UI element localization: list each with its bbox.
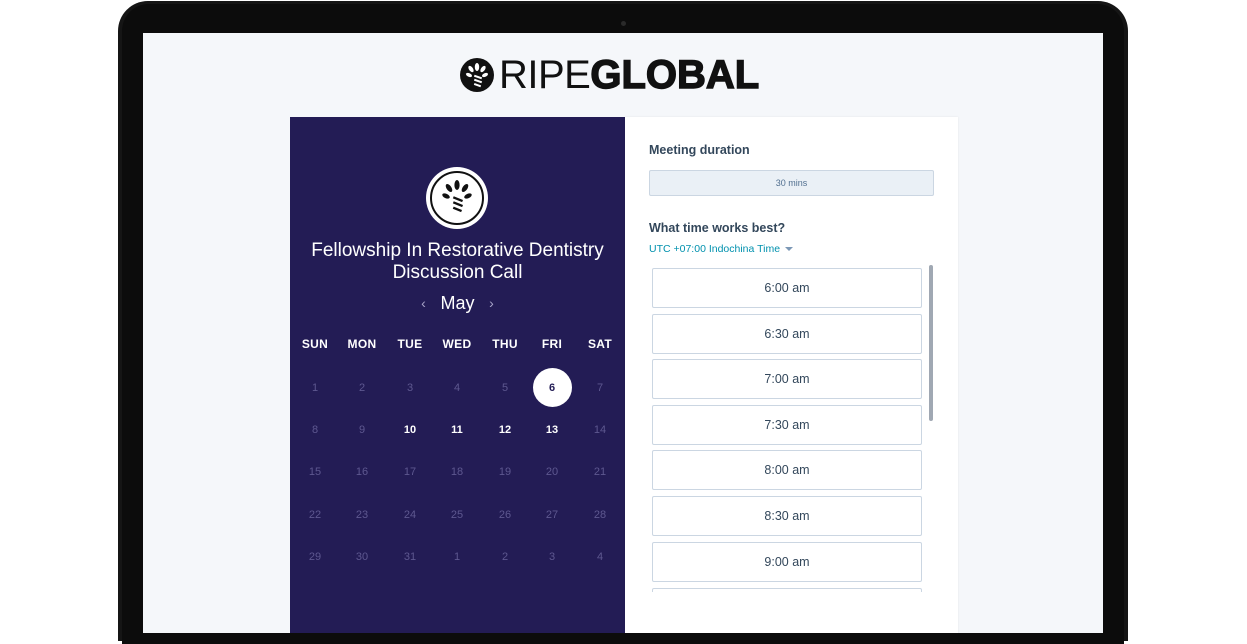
weekday-sun: SUN [301,337,329,351]
time-slot-button[interactable] [652,588,922,592]
scheduling-panel: Meeting duration 30 mins What time works… [625,117,958,633]
time-slot-button[interactable]: 9:00 am [652,542,922,582]
calendar-day-unavailable: 9 [358,424,366,436]
event-calendar-panel: Fellowship In Restorative Dentistry Disc… [290,117,625,633]
calendar-day-unavailable: 16 [355,466,369,478]
calendar-day-unavailable: 29 [308,551,322,563]
event-title-line-2: Discussion Call [392,262,523,283]
ripe-logo-icon [460,58,494,92]
event-avatar [426,167,488,229]
calendar-day-unavailable: 2 [501,551,509,563]
calendar-day-unavailable: 1 [311,382,319,394]
time-slot-button[interactable]: 6:30 am [652,314,922,354]
calendar-day-unavailable: 24 [403,509,417,521]
calendar-day-unavailable: 30 [355,551,369,563]
time-slot-button[interactable]: 8:00 am [652,450,922,490]
time-slot-list[interactable]: 6:00 am 6:30 am 7:00 am 7:30 am 8:00 am 8:30 … [652,268,922,592]
screen: RIPE GLOBAL Fellowship In Restorative De… [143,33,1103,633]
webcam-icon [621,21,626,26]
calendar-day-available[interactable]: 12 [485,423,525,437]
calendar-day-unavailable: 8 [311,424,319,436]
calendar-day-unavailable: 4 [596,551,604,563]
month-navigator: ‹ May › [290,291,625,315]
duration-select[interactable]: 30 mins [649,170,934,196]
caret-down-icon [785,247,794,252]
calendar-day-unavailable: 28 [593,509,607,521]
calendar-day-unavailable: 20 [545,466,559,478]
chevron-left-icon[interactable]: ‹ [410,295,438,311]
slot-list-scrollbar[interactable] [929,265,933,421]
weekday-sat: SAT [587,337,612,351]
calendar-day-selected[interactable]: 6 [532,368,572,407]
tree-logo-icon [442,180,472,213]
calendar-day-unavailable: 22 [308,509,322,521]
calendar-day-unavailable: 15 [308,466,322,478]
calendar-day-unavailable: 31 [403,551,417,563]
event-title: Fellowship In Restorative Dentistry Disc… [290,240,625,284]
calendar-day-unavailable: 14 [593,424,607,436]
duration-label: Meeting duration [649,143,750,157]
timezone-selector[interactable]: UTC +07:00 Indochina Time [649,243,794,255]
calendar-day-unavailable: 3 [406,382,414,394]
weekday-wed: WED [442,337,472,351]
calendar-day-unavailable: 7 [596,382,604,394]
logo-text-global: GLOBAL [590,52,760,97]
weekday-thu: THU [492,337,518,351]
calendar-day-unavailable: 25 [450,509,464,521]
calendar-day-unavailable: 17 [403,466,417,478]
calendar-day-unavailable: 21 [593,466,607,478]
time-slot-button[interactable]: 7:00 am [652,359,922,399]
calendar-day-unavailable: 1 [453,551,461,563]
calendar-day-unavailable: 3 [548,551,556,563]
calendar-day-available[interactable]: 11 [437,423,477,437]
time-slot-button[interactable]: 7:30 am [652,405,922,445]
calendar-day-unavailable: 5 [501,382,509,394]
event-title-line-1: Fellowship In Restorative Dentistry [311,240,604,261]
time-slot-button[interactable]: 8:30 am [652,496,922,536]
chevron-right-icon[interactable]: › [478,295,506,311]
weekday-mon: MON [347,337,377,351]
calendar-day-unavailable: 19 [498,466,512,478]
time-label: What time works best? [649,221,786,235]
weekday-fri: FRI [541,337,563,351]
calendar-day-available[interactable]: 10 [390,423,430,437]
time-slot-button[interactable]: 6:00 am [652,268,922,308]
logo-text-ripe: RIPE [499,53,591,97]
calendar-day-unavailable: 26 [498,509,512,521]
calendar-day-unavailable: 27 [545,509,559,521]
month-label: May [440,292,475,313]
ripe-global-logo: RIPE GLOBAL [459,52,760,98]
calendar-day-unavailable: 4 [453,382,461,394]
weekday-tue: TUE [397,337,423,351]
calendar-day-available[interactable]: 13 [532,423,572,437]
calendar-day-unavailable: 23 [355,509,369,521]
calendar-day-unavailable: 18 [450,466,464,478]
timezone-label: UTC +07:00 Indochina Time [649,243,781,255]
calendar-day-unavailable: 2 [358,382,366,394]
